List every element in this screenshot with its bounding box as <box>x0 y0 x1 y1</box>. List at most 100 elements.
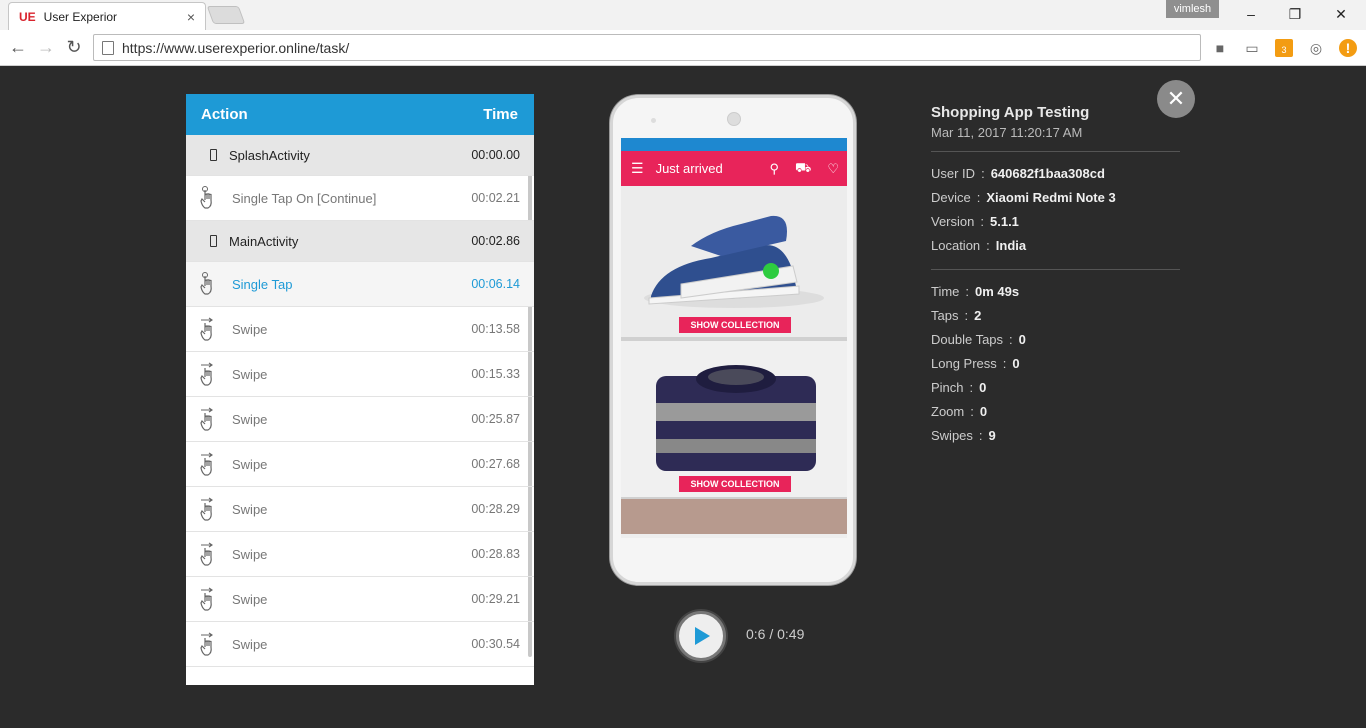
reload-icon[interactable]: ↻ <box>62 36 86 60</box>
swipe-icon <box>198 542 218 566</box>
extension-shield-icon[interactable]: ■ <box>1211 39 1229 57</box>
row-label: SplashActivity <box>229 147 310 163</box>
heart-icon: ♡ <box>827 160 839 176</box>
rss-extension-icon[interactable]: 3 <box>1275 39 1293 57</box>
show-collection-button: SHOW COLLECTION <box>679 317 791 333</box>
new-tab-button[interactable] <box>206 6 246 24</box>
info-row: Taps:2 <box>931 304 1180 328</box>
session-stats: Time:0m 49s Taps:2 Double Taps:0 Long Press… <box>931 280 1180 448</box>
play-button[interactable] <box>676 611 726 661</box>
info-row: Version:5.1.1 <box>931 210 1180 234</box>
event-row[interactable]: Single Tap 00:06.14 <box>186 262 534 307</box>
info-value: 9 <box>988 428 996 443</box>
swipe-icon <box>198 362 218 386</box>
swipe-icon <box>198 632 218 656</box>
event-row[interactable]: Swipe 00:15.33 <box>186 352 534 397</box>
tab-close-icon[interactable]: × <box>187 9 195 25</box>
action-panel: Action Time SplashActivity 00:00.00 Single… <box>186 94 534 685</box>
tap-icon <box>198 186 218 210</box>
app-bar: ☰ Just arrived ⚲ ⛟ ♡ <box>621 151 847 186</box>
separator: : <box>980 214 984 229</box>
separator: : <box>976 190 981 205</box>
event-row[interactable]: Swipe 00:28.83 <box>186 532 534 577</box>
event-row[interactable]: Swipe 00:13.58 <box>186 307 534 352</box>
info-row: Device: Xiaomi Redmi Note 3 <box>931 186 1180 210</box>
info-row: Location: India <box>931 234 1180 258</box>
info-value: 0m 49s <box>975 284 1020 299</box>
event-row[interactable]: Swipe 00:28.29 <box>186 487 534 532</box>
row-time: 00:28.29 <box>471 502 520 516</box>
swipe-icon <box>198 407 218 431</box>
phone-sensor <box>651 118 656 123</box>
info-key: Device <box>931 190 971 205</box>
phone-screen: ☰ Just arrived ⚲ ⛟ ♡ SHOW COLLECTION SHO… <box>621 138 847 538</box>
phone-icon <box>210 235 217 247</box>
row-time: 00:13.58 <box>471 322 520 336</box>
forward-icon[interactable]: → <box>34 36 58 60</box>
info-key: User ID <box>931 166 976 181</box>
row-label: Swipe <box>232 546 268 562</box>
row-time: 00:02.86 <box>471 234 520 248</box>
divider <box>931 151 1180 152</box>
tab-bar: UE User Experior × vimlesh – ❐ ✕ <box>0 0 1366 30</box>
separator: : <box>965 284 970 299</box>
row-label: Swipe <box>232 636 268 652</box>
row-label: Swipe <box>232 321 268 337</box>
sweater-banner: SHOW COLLECTION <box>621 341 847 499</box>
info-key: Version <box>931 214 975 229</box>
divider <box>931 269 1180 270</box>
info-row: Time:0m 49s <box>931 280 1180 304</box>
info-key: Location <box>931 238 981 253</box>
event-row[interactable]: Swipe 00:25.87 <box>186 397 534 442</box>
separator: : <box>978 428 983 443</box>
separator: : <box>981 166 985 181</box>
info-value: 0 <box>1018 332 1026 347</box>
row-time: 00:28.83 <box>471 547 520 561</box>
tap-icon <box>198 272 218 296</box>
event-row[interactable]: Swipe 00:30.54 <box>186 622 534 667</box>
event-row[interactable]: Single Tap On [Continue] 00:02.21 <box>186 176 534 221</box>
info-value: 640682f1baa308cd <box>990 166 1105 181</box>
cast-icon[interactable]: ▭ <box>1243 39 1261 57</box>
minimize-icon[interactable]: – <box>1236 4 1266 24</box>
window-close-icon[interactable]: ✕ <box>1326 4 1356 24</box>
url-input[interactable]: https://www.userexperior.online/task/ <box>93 34 1201 61</box>
row-label: Swipe <box>232 591 268 607</box>
row-time: 00:00.00 <box>471 148 520 162</box>
row-time: 00:15.33 <box>471 367 520 381</box>
session-title: Shopping App Testing <box>931 104 1090 121</box>
event-row[interactable]: Swipe 00:29.21 <box>186 577 534 622</box>
favicon: UE <box>19 9 36 24</box>
event-row[interactable]: Swipe 00:27.68 <box>186 442 534 487</box>
info-value: 0 <box>979 380 987 395</box>
info-value: Xiaomi Redmi Note 3 <box>986 190 1116 205</box>
separator: : <box>964 308 969 323</box>
profile-badge[interactable]: vimlesh <box>1166 0 1219 18</box>
info-key: Taps <box>931 308 959 323</box>
alert-icon[interactable]: ! <box>1339 39 1357 57</box>
model-banner <box>621 499 847 534</box>
activity-row[interactable]: SplashActivity 00:00.00 <box>186 135 534 176</box>
browser-tab[interactable]: UE User Experior × <box>8 2 206 30</box>
info-key: Swipes <box>931 428 973 443</box>
phone-frame: ☰ Just arrived ⚲ ⛟ ♡ SHOW COLLECTION SHO… <box>610 95 856 585</box>
playback-time: 0:6 / 0:49 <box>746 626 805 642</box>
row-time: 00:06.14 <box>471 277 520 291</box>
activity-row[interactable]: MainActivity 00:02.86 <box>186 221 534 262</box>
action-list[interactable]: SplashActivity 00:00.00 Single Tap On [Con… <box>186 135 534 685</box>
extension-badge: 3 <box>1281 45 1287 55</box>
url-text: https://www.userexperior.online/task/ <box>122 39 350 56</box>
phone-icon <box>210 149 217 161</box>
row-time: 00:02.21 <box>471 191 520 205</box>
row-label: Single Tap <box>232 276 293 292</box>
restore-icon[interactable]: ❐ <box>1280 4 1310 24</box>
info-row: Long Press:0 <box>931 352 1180 376</box>
info-value: 5.1.1 <box>990 214 1019 229</box>
row-time: 00:29.21 <box>471 592 520 606</box>
info-key: Time <box>931 284 960 299</box>
address-bar: ← → ↻ https://www.userexperior.online/ta… <box>0 30 1366 66</box>
back-icon[interactable]: ← <box>6 36 30 60</box>
swipe-icon <box>198 317 218 341</box>
session-date: Mar 11, 2017 11:20:17 AM <box>931 125 1083 140</box>
extension-spiral-icon[interactable]: ◎ <box>1307 39 1325 57</box>
